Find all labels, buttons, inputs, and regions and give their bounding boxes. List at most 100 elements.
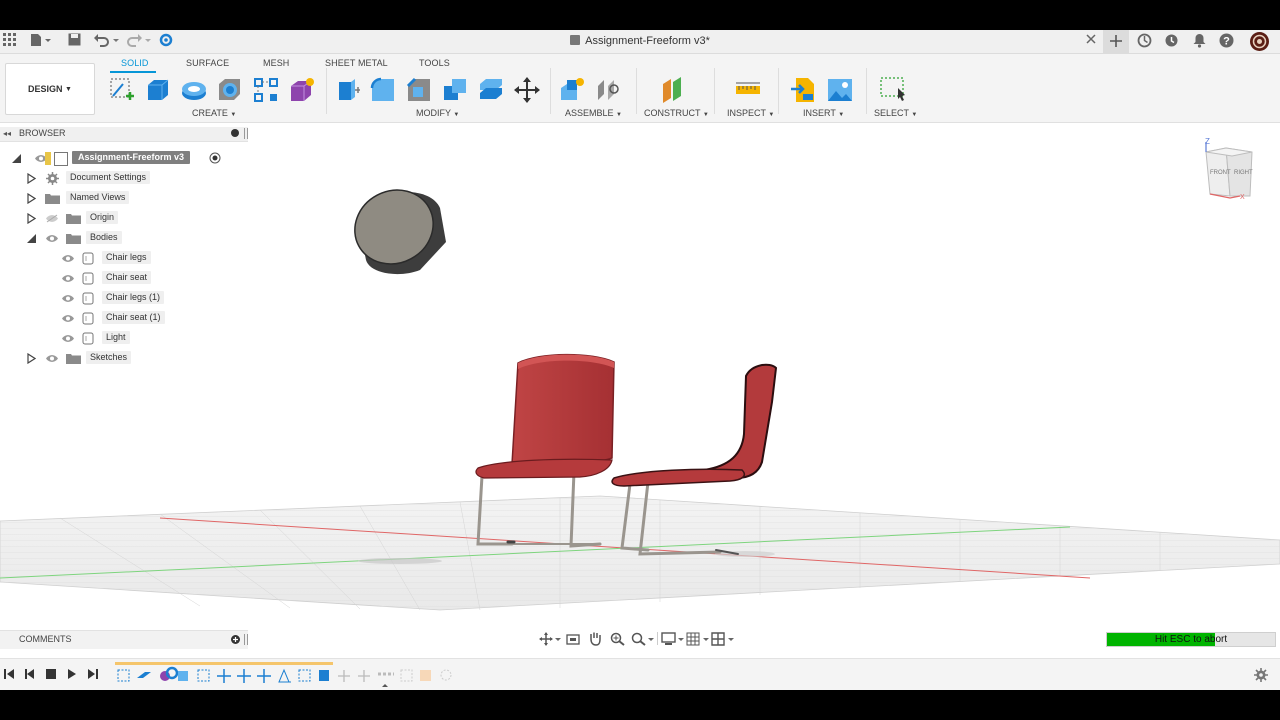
help-icon[interactable]: ? — [1218, 33, 1234, 49]
expanded-triangle-icon[interactable] — [12, 154, 22, 163]
comments-panel[interactable]: COMMENTS — [0, 630, 248, 649]
item-label[interactable]: Named Views — [66, 191, 130, 204]
body-row[interactable]: Chair legs (1) — [0, 289, 248, 307]
item-label[interactable]: Origin — [86, 211, 119, 224]
measure-icon[interactable] — [734, 76, 762, 104]
orbit-icon[interactable] — [539, 632, 561, 646]
new-component-icon[interactable] — [558, 76, 586, 104]
view-cube[interactable]: Z X FRONT RIGHT — [1200, 137, 1262, 201]
item-label[interactable]: Document Settings — [66, 171, 151, 184]
tab-sheet-metal[interactable]: SHEET METAL — [325, 58, 388, 68]
group-create[interactable]: CREATE ▼ — [192, 108, 236, 118]
look-at-icon[interactable] — [566, 632, 580, 646]
hidden-eye-icon[interactable] — [45, 214, 59, 223]
tab-tools[interactable]: TOOLS — [419, 58, 450, 68]
browser-header[interactable]: ◂◂ BROWSER — [0, 127, 248, 142]
body-label[interactable]: Chair legs (1) — [102, 291, 165, 304]
avatar[interactable] — [1250, 32, 1269, 51]
group-modify[interactable]: MODIFY ▼ — [416, 108, 459, 118]
tab-mesh[interactable]: MESH — [263, 58, 289, 68]
viewcube-front-label[interactable]: FRONT — [1210, 170, 1231, 176]
browser-item-document-settings[interactable]: Document Settings — [0, 169, 248, 187]
move-copy-icon[interactable] — [513, 76, 541, 104]
insert-derive-icon[interactable] — [790, 76, 818, 104]
create-sketch-icon[interactable] — [108, 76, 136, 104]
viewcube-right-label[interactable]: RIGHT — [1234, 170, 1253, 176]
grid-settings-icon[interactable] — [686, 632, 710, 646]
chamfer-icon[interactable] — [405, 76, 433, 104]
visibility-eye-icon[interactable] — [61, 294, 75, 303]
progress-status[interactable]: Hit ESC to abort — [1106, 632, 1276, 647]
visibility-eye-icon[interactable] — [61, 334, 75, 343]
collapsed-triangle-icon[interactable] — [27, 353, 36, 364]
browser-item-named-views[interactable]: Named Views — [0, 189, 248, 207]
tab-solid[interactable]: SOLID — [121, 58, 149, 68]
workspace-design-button[interactable]: DESIGN ▼ — [5, 63, 95, 115]
offset-face-icon[interactable] — [477, 76, 505, 104]
extensions-icon[interactable] — [1136, 33, 1152, 49]
group-inspect[interactable]: INSPECT ▼ — [727, 108, 774, 118]
new-tab-icon[interactable] — [1103, 30, 1129, 53]
browser-pin-icon[interactable] — [244, 128, 248, 139]
go-to-start-icon[interactable] — [3, 668, 15, 680]
offset-plane-icon[interactable] — [659, 76, 687, 104]
root-component-label[interactable]: Assignment-Freeform v3 — [72, 151, 191, 164]
play-icon[interactable] — [66, 668, 78, 680]
pan-hand-icon[interactable] — [588, 631, 602, 646]
browser-item-bodies[interactable]: Bodies — [0, 229, 248, 247]
group-construct[interactable]: CONSTRUCT ▼ — [644, 108, 709, 118]
visibility-eye-icon[interactable] — [61, 274, 75, 283]
viewports-icon[interactable] — [711, 632, 735, 646]
collapse-panel-icon[interactable]: ◂◂ — [3, 129, 11, 138]
create-form-icon[interactable] — [288, 76, 316, 104]
light-body[interactable] — [342, 176, 446, 277]
fillet-icon[interactable] — [369, 76, 397, 104]
visibility-eye-icon[interactable] — [61, 314, 75, 323]
body-row[interactable]: Chair legs — [0, 249, 248, 267]
collapsed-triangle-icon[interactable] — [27, 193, 36, 204]
activate-radio-icon[interactable] — [209, 152, 221, 164]
body-row[interactable]: Chair seat — [0, 269, 248, 287]
extrude-icon[interactable] — [144, 76, 172, 104]
browser-item-origin[interactable]: Origin — [0, 209, 248, 227]
body-row[interactable]: Chair seat (1) — [0, 309, 248, 327]
body-label[interactable]: Chair seat (1) — [102, 311, 165, 324]
joint-icon[interactable] — [594, 76, 622, 104]
browser-item-sketches[interactable]: Sketches — [0, 349, 248, 367]
body-row[interactable]: Light — [0, 329, 248, 347]
body-label[interactable]: Chair seat — [102, 271, 152, 284]
press-pull-icon[interactable] — [333, 76, 361, 104]
visibility-eye-icon[interactable] — [45, 234, 59, 243]
body-label[interactable]: Light — [102, 331, 130, 344]
group-insert[interactable]: INSERT ▼ — [803, 108, 844, 118]
shell-icon[interactable] — [216, 76, 244, 104]
add-comment-icon[interactable] — [231, 635, 240, 644]
timeline-features[interactable] — [114, 665, 454, 690]
visibility-eye-icon[interactable] — [61, 254, 75, 263]
display-settings-icon[interactable] — [661, 632, 685, 646]
step-back-icon[interactable] — [24, 668, 36, 680]
history-icon[interactable] — [1163, 33, 1179, 49]
group-assemble[interactable]: ASSEMBLE ▼ — [565, 108, 622, 118]
tab-surface[interactable]: SURFACE — [186, 58, 229, 68]
stop-icon[interactable] — [45, 668, 57, 680]
collapsed-triangle-icon[interactable] — [27, 173, 36, 184]
body-label[interactable]: Chair legs — [102, 251, 151, 264]
browser-minimize-icon[interactable] — [231, 129, 239, 137]
visibility-eye-icon[interactable] — [45, 354, 59, 363]
combine-icon[interactable] — [441, 76, 469, 104]
fit-view-icon[interactable] — [631, 632, 655, 646]
group-select[interactable]: SELECT ▼ — [874, 108, 917, 118]
close-icon[interactable] — [1083, 33, 1099, 49]
browser-root-row[interactable]: Assignment-Freeform v3 — [10, 149, 250, 167]
collapsed-triangle-icon[interactable] — [27, 213, 36, 224]
item-label[interactable]: Bodies — [86, 231, 122, 244]
pattern-icon[interactable] — [252, 76, 280, 104]
zoom-icon[interactable] — [610, 632, 626, 646]
window-select-icon[interactable] — [879, 76, 907, 104]
timeline-settings-gear-icon[interactable] — [1254, 668, 1268, 682]
insert-canvas-icon[interactable] — [826, 76, 854, 104]
expanded-triangle-icon[interactable] — [27, 234, 37, 243]
comments-pin-icon[interactable] — [244, 634, 248, 645]
go-to-end-icon[interactable] — [87, 668, 99, 680]
